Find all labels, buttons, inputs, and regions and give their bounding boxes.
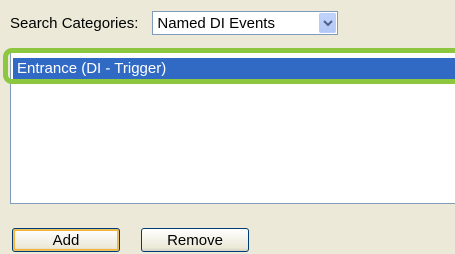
search-categories-row: Search Categories: Named DI Events — [10, 10, 339, 36]
search-categories-label: Search Categories: — [10, 14, 139, 32]
remove-button[interactable]: Remove — [141, 228, 249, 252]
search-categories-dropdown[interactable]: Named DI Events — [152, 11, 339, 35]
category-listbox[interactable]: Entrance (DI - Trigger) — [10, 51, 455, 204]
add-button[interactable]: Add — [12, 228, 120, 252]
dropdown-toggle-button[interactable] — [319, 13, 337, 33]
list-item-entrance[interactable]: Entrance (DI - Trigger) — [13, 58, 455, 80]
chevron-down-icon — [323, 20, 333, 27]
dropdown-selected-value: Named DI Events — [157, 15, 275, 32]
